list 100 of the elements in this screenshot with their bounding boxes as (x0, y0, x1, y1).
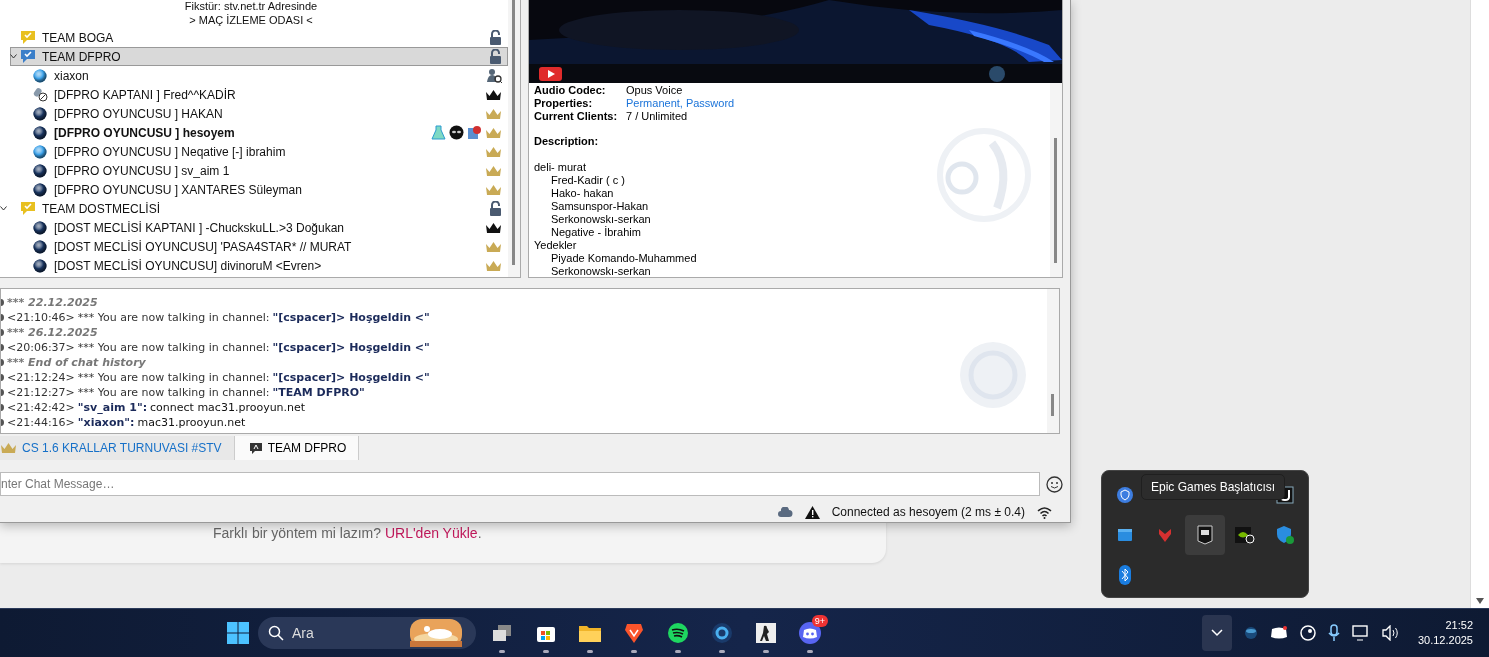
start-icon[interactable] (226, 621, 250, 645)
chat-scrollbar[interactable] (1047, 289, 1059, 433)
chat-tab[interactable]: CS 1.6 KRALLAR TURNUVASI #STV (0, 436, 235, 460)
sender-name: "sv_aim 1": (77, 401, 148, 414)
microphone-icon[interactable] (1327, 624, 1340, 642)
channel-name: "TEAM DFPRO" (272, 386, 365, 399)
chat-app-icon[interactable] (798, 622, 822, 644)
user-name[interactable]: [DFPRO KAPTANI ] Fred^^KADİR (54, 87, 485, 102)
chat-time: <21:10:46> (7, 311, 75, 324)
property-label: Audio Codec: (534, 84, 607, 97)
expand-chevron-icon[interactable] (0, 206, 7, 211)
property-label: Current Clients: (534, 110, 619, 123)
chat-input[interactable]: nter Chat Message… (0, 472, 1040, 496)
user-name[interactable]: [DFPRO OYUNCUSU ] XANTARES Süleyman (54, 182, 485, 197)
channel-icon (20, 30, 36, 45)
chat-date: *** 22.12.2025 (7, 296, 98, 309)
network-icon[interactable] (1351, 625, 1370, 641)
channel-name: TEAM DOSTMECLİSİ (42, 201, 161, 216)
upload-link[interactable]: URL'den Yükle (384, 525, 478, 541)
chat-date: *** End of chat history (7, 356, 146, 369)
chat-time: <21:12:27> (7, 386, 75, 399)
notification-badge: 9+ (811, 615, 828, 627)
expand-chevron-icon[interactable] (10, 54, 17, 59)
description-line: Hako- hakan (550, 187, 615, 200)
description-line: Negative - İbrahim (550, 226, 642, 239)
user-name[interactable]: [DOST MECLİSİ OYUNCUSU] divinoruM <Evren> (54, 258, 485, 273)
description-title: Description: (534, 135, 600, 148)
sender-name: "xiaxon": (77, 416, 135, 429)
wifi-icon (1037, 505, 1052, 519)
crown-icon (0, 442, 17, 454)
chat-time: <21:42:42> (7, 401, 75, 414)
channel-row[interactable]: TEAM BOGA (0, 28, 508, 47)
spacer-title: > MAÇ İZLEME ODASI < (188, 14, 314, 26)
channel-name: TEAM BOGA (42, 30, 115, 45)
system-message: *** You are now talking in channel: (77, 371, 270, 384)
chevron-down-icon (1210, 629, 1223, 637)
folder-icon[interactable] (578, 623, 602, 643)
system-message: *** You are now talking in channel: (77, 311, 270, 324)
clock[interactable]: 21:52 30.12.2025 (1417, 618, 1473, 648)
user-name[interactable]: [DFPRO OYUNCUSU ] Neqative [-] ibrahim (54, 144, 485, 159)
chat-time: <21:12:24> (7, 371, 75, 384)
user-name[interactable]: [DOST MECLİSİ KAPTANI ] -ChuckskuLL.>3 Doğukan (54, 220, 485, 235)
channel-row[interactable]: TEAM DFPRO (10, 47, 508, 66)
property-value: 7 / Unlimited (626, 110, 688, 123)
user-name[interactable]: [DOST MECLİSİ OYUNCUSU] 'PASA4STAR* // MURAT (54, 239, 485, 254)
browser-scrollbar[interactable] (1470, 0, 1489, 608)
property-link[interactable]: Permanent, Password (626, 97, 735, 110)
search-input[interactable]: Ara (292, 625, 402, 641)
headset-watermark-icon (937, 128, 1032, 223)
soldier-game-icon[interactable] (755, 622, 777, 644)
cloud-icon[interactable] (776, 506, 793, 518)
ring-app-icon[interactable] (711, 622, 733, 644)
system-message: *** You are now talking in channel: (77, 341, 270, 354)
system-message: *** You are now talking in channel: (77, 386, 270, 399)
game-launcher-icon[interactable] (1185, 515, 1225, 555)
user-name[interactable]: [DFPRO OYUNCUSU ] hesoyem (54, 125, 431, 140)
chat-time: <20:06:37> (7, 341, 75, 354)
description-line: deli- murat (534, 161, 587, 174)
description-line: Fred-Kadir ( c ) (550, 174, 626, 187)
search-field[interactable]: Ara (258, 617, 476, 649)
mask-icon (449, 125, 464, 140)
music-app-icon[interactable] (667, 622, 689, 644)
description-line: Samsunspor-Hakan (550, 200, 650, 213)
user-name[interactable]: [DFPRO OYUNCUSU ] sv_aim 1 (54, 163, 485, 178)
description-line: Piyade Komando-Muhammed (550, 252, 698, 265)
chat-message: mac31.prooyun.net (137, 416, 246, 429)
info-scrollbar[interactable] (1050, 83, 1062, 277)
channel-row[interactable]: TEAM DOSTMECLİSİ (0, 199, 508, 218)
tree-scrollbar[interactable] (508, 0, 520, 277)
flask-icon (431, 125, 446, 140)
globe-tray-icon[interactable] (1243, 626, 1258, 640)
tooltip: Epic Games Başlatıcısı (1141, 474, 1286, 500)
upload-hint: Farklı bir yöntem mi lazım? URL'den Yükle. (213, 526, 482, 541)
smiley-icon[interactable] (1046, 475, 1063, 493)
description-line: Serkonowskı-serkan (550, 213, 652, 226)
channel-icon (20, 201, 36, 216)
spacer-title: Fikstür: stv.net.tr Adresinde (183, 0, 319, 12)
scroll-down-icon[interactable] (1476, 598, 1484, 604)
headset-watermark-icon (957, 339, 1029, 411)
clock-date: 30.12.2025 (1417, 633, 1473, 648)
channel-name: "[cspacer]> Hoşgeldin <" (272, 311, 430, 324)
connection-status: Connected as hesoyem (2 ms ± 0.4) (831, 505, 1025, 519)
user-name[interactable]: [DFPRO OYUNCUSU ] HAKAN (54, 106, 485, 121)
chat-date: *** 26.12.2025 (7, 326, 98, 339)
property-value: Opus Voice (626, 84, 683, 97)
steam-tray-icon[interactable] (1299, 625, 1316, 641)
channel-name: TEAM DFPRO (42, 49, 122, 64)
user-name[interactable]: xiaxon (54, 68, 487, 83)
description-line: Serkonowskı-serkan (550, 265, 652, 277)
property-label: Properties: (534, 97, 594, 110)
tray-chevron-button[interactable] (1201, 615, 1232, 651)
lion-browser-icon[interactable] (624, 622, 644, 644)
description-line: Yedekler (534, 239, 578, 252)
task-view-icon[interactable] (491, 623, 513, 643)
warning-icon[interactable] (804, 505, 820, 519)
volume-icon[interactable] (1381, 625, 1400, 641)
chat-tab[interactable]: TEAM DFPRO (234, 436, 360, 460)
channel-name: "[cspacer]> Hoşgeldin <" (272, 341, 430, 354)
clock-time: 21:52 (1445, 618, 1473, 633)
search-icon (268, 625, 284, 641)
